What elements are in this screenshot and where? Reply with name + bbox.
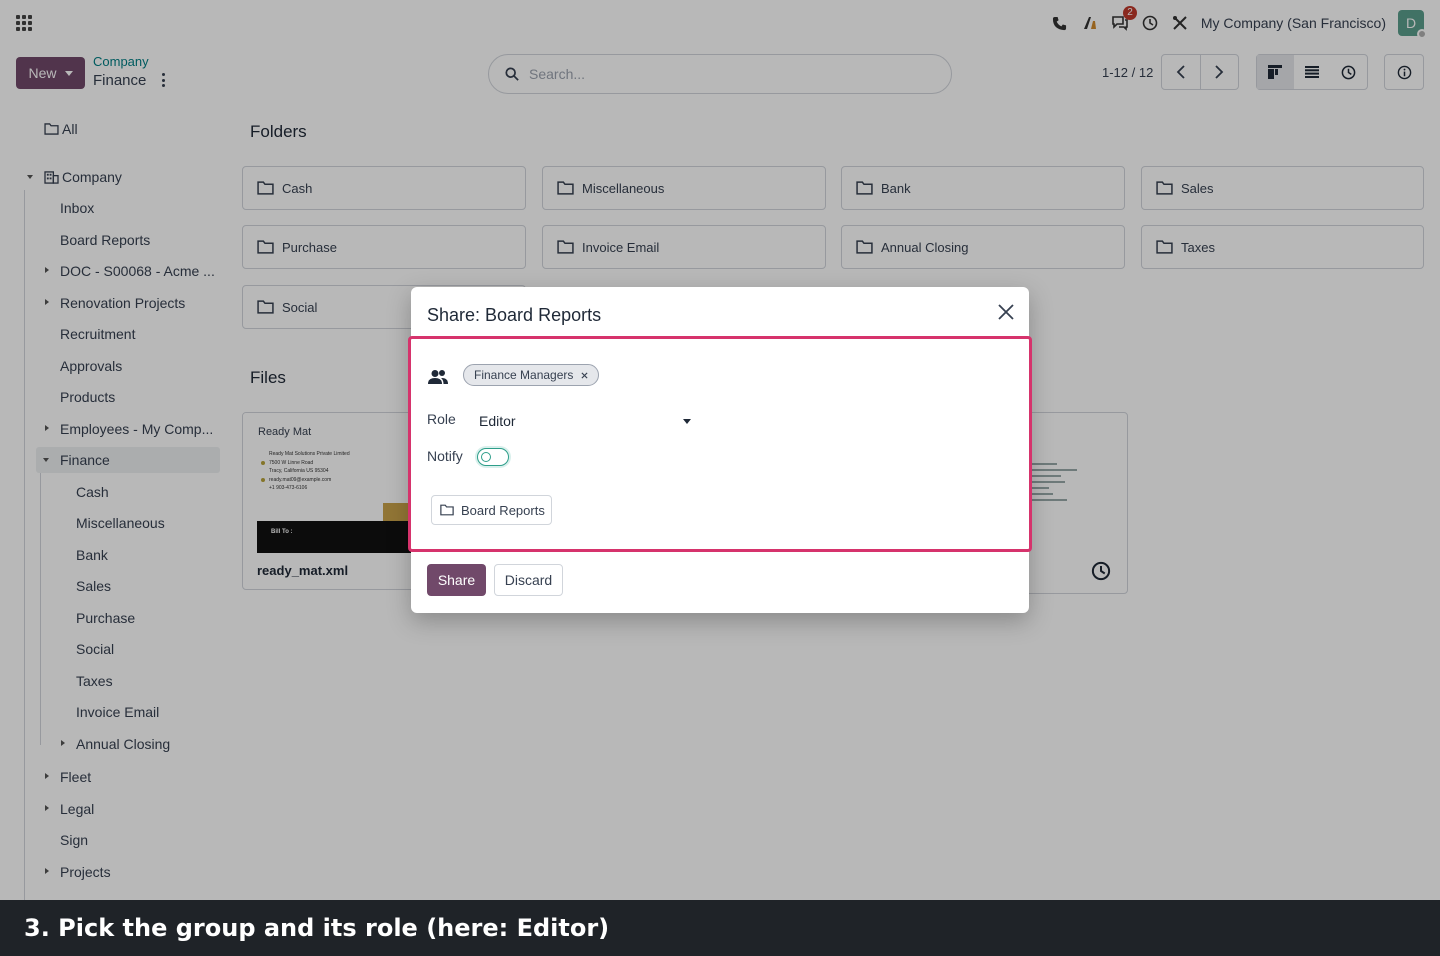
- share-dialog: Share: Board Reports Finance Managers Ro…: [408, 287, 1032, 613]
- discard-button[interactable]: Discard: [494, 564, 563, 596]
- notify-label: Notify: [427, 448, 463, 464]
- share-button[interactable]: Share: [427, 564, 486, 596]
- role-select-value: Editor: [479, 413, 516, 429]
- caret-down-icon: [683, 418, 691, 424]
- close-icon[interactable]: [995, 301, 1017, 323]
- caption-text: 3. Pick the group and its role (here: Ed…: [24, 914, 610, 942]
- folder-chip-label: Board Reports: [461, 502, 545, 518]
- remove-tag-icon[interactable]: [581, 371, 588, 379]
- role-label: Role: [427, 411, 456, 427]
- notify-toggle[interactable]: [475, 446, 511, 468]
- folder-icon: [440, 504, 454, 516]
- group-tag: Finance Managers: [463, 364, 600, 386]
- tutorial-caption: 3. Pick the group and its role (here: Ed…: [0, 900, 1440, 956]
- share-form-highlight: Finance Managers Role Editor Notify Boar…: [408, 336, 1032, 552]
- users-icon: [428, 370, 448, 384]
- board-reports-folder-chip[interactable]: Board Reports: [431, 495, 552, 525]
- role-select[interactable]: Editor: [479, 410, 691, 432]
- dialog-title: Share: Board Reports: [427, 305, 602, 325]
- group-tag-label: Finance Managers: [474, 368, 574, 382]
